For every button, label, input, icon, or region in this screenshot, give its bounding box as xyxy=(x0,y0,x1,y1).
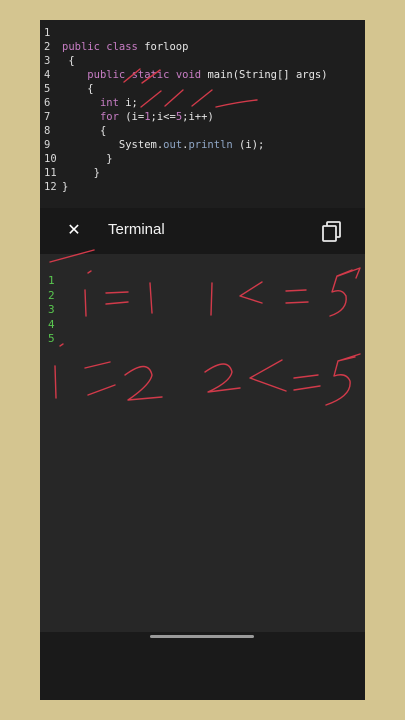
code-token: { xyxy=(99,125,107,137)
line-number: 7 xyxy=(44,111,51,123)
line-number: 11 xyxy=(44,167,57,179)
code-line: 6 int i; xyxy=(40,96,138,110)
code-line: 4 public static void main(String[] args) xyxy=(40,68,328,82)
output-line: 4 xyxy=(48,317,55,331)
code-line: 3 { xyxy=(40,54,75,68)
code-editor[interactable]: 1 2 public class forloop 3 {4 public static… xyxy=(40,20,365,208)
code-token: public xyxy=(62,41,100,53)
code-token: { xyxy=(87,83,94,95)
line-number: 3 xyxy=(44,55,51,67)
line-number: 8 xyxy=(44,125,51,137)
code-token: } xyxy=(62,181,69,193)
code-token: println xyxy=(188,139,233,151)
output-line: 5 xyxy=(48,332,55,345)
line-number: 6 xyxy=(44,97,51,109)
code-line: 10 } xyxy=(40,152,113,166)
code-token: (i= xyxy=(118,111,145,123)
line-number: 10 xyxy=(44,153,57,165)
line-number: 2 xyxy=(44,41,51,53)
code-token: int xyxy=(99,97,119,109)
code-token: class xyxy=(106,41,138,53)
code-line: 1 xyxy=(40,26,62,40)
code-line: 2 public class forloop xyxy=(40,40,188,54)
code-token: for xyxy=(99,111,119,123)
code-line: 8 { xyxy=(40,124,106,138)
code-line: 12} xyxy=(40,180,68,194)
terminal-header: ✕ Terminal xyxy=(40,208,365,254)
code-token: } xyxy=(106,153,113,165)
copy-icon[interactable] xyxy=(320,219,344,243)
code-line: 9 System.out.println (i); xyxy=(40,138,264,152)
code-token: System. xyxy=(118,139,164,151)
phone-screen: 1 2 public class forloop 3 {4 public static… xyxy=(40,20,365,700)
close-icon[interactable]: ✕ xyxy=(64,220,84,240)
line-number: 12 xyxy=(44,181,57,193)
line-number: 4 xyxy=(44,69,51,81)
code-token: } xyxy=(93,167,100,179)
code-line: 11 } xyxy=(40,166,100,180)
line-number: 1 xyxy=(44,27,51,39)
code-token: out xyxy=(163,139,183,151)
line-number: 5 xyxy=(44,83,51,95)
bottom-bar xyxy=(40,632,365,700)
code-token: static xyxy=(131,69,170,81)
output-line: 1 xyxy=(48,274,55,287)
line-number: 9 xyxy=(44,139,51,151)
code-line: 5 { xyxy=(40,82,94,96)
output-line: 2 xyxy=(48,288,55,302)
code-token: ;i<= xyxy=(150,111,176,123)
code-token: forloop xyxy=(137,41,189,53)
code-line: 7 for (i=1;i<=5;i++) xyxy=(40,110,214,124)
terminal-output: 12345 xyxy=(40,254,365,632)
terminal-title: Terminal xyxy=(108,221,165,238)
code-token: void xyxy=(175,69,202,81)
code-token: { xyxy=(68,55,75,67)
code-token: (i); xyxy=(232,139,265,151)
code-token: main(String[] args) xyxy=(201,69,328,81)
code-token: ;i++) xyxy=(182,111,214,123)
output-line: 3 xyxy=(48,303,55,316)
code-token: public xyxy=(87,69,126,81)
home-indicator[interactable] xyxy=(150,635,254,638)
code-token: i; xyxy=(118,97,138,109)
